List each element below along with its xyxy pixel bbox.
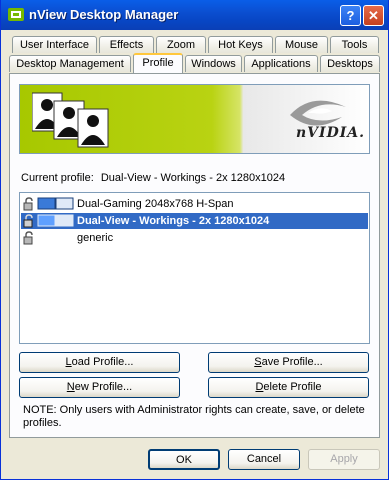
window-title: nView Desktop Manager (29, 7, 179, 22)
tab-row-back: User Interface Effects Zoom Hot Keys Mou… (9, 36, 380, 54)
profile-tab-panel: nVIDIA. Current profile: Dual-View - Wor… (9, 73, 380, 438)
tab-tools[interactable]: Tools (330, 36, 379, 53)
tab-profile[interactable]: Profile (133, 53, 183, 73)
ok-button[interactable]: OK (148, 449, 220, 470)
profile-list[interactable]: Dual-Gaming 2048x768 H-Span Dual-View - … (19, 192, 370, 344)
lock-icon (23, 214, 33, 228)
delete-profile-button[interactable]: Delete Profile (208, 377, 369, 398)
dual-monitor-icon (37, 214, 74, 227)
title-bar[interactable]: nView Desktop Manager ? ✕ (1, 0, 388, 30)
nvidia-app-icon (8, 8, 24, 21)
delete-profile-label: elete Profile (263, 381, 322, 393)
nvidia-eye-logo (290, 100, 346, 126)
nvidia-banner: nVIDIA. (19, 84, 370, 154)
admin-rights-note: NOTE: Only users with Administrator righ… (23, 404, 365, 429)
list-item-selected[interactable]: Dual-View - Workings - 2x 1280x1024 (21, 213, 368, 229)
tab-hot-keys[interactable]: Hot Keys (208, 36, 273, 53)
cancel-button[interactable]: Cancel (228, 449, 300, 470)
help-button[interactable]: ? (340, 5, 361, 26)
list-item[interactable]: generic (21, 230, 368, 246)
lock-icon (23, 231, 33, 245)
load-profile-label: oad Profile... (71, 356, 134, 368)
tab-zoom[interactable]: Zoom (156, 36, 206, 53)
apply-button[interactable]: Apply (308, 449, 380, 470)
new-profile-accel: N (66, 381, 75, 393)
current-profile-line: Current profile: Dual-View - Workings - … (21, 172, 285, 184)
profile-name: Dual-View - Workings - 2x 1280x1024 (77, 215, 270, 227)
current-profile-value: Dual-View - Workings - 2x 1280x1024 (100, 172, 286, 184)
lock-icon (23, 197, 33, 211)
nview-dialog-window: nView Desktop Manager ? ✕ User Interface… (0, 0, 389, 480)
tab-windows[interactable]: Windows (185, 55, 242, 72)
tab-effects[interactable]: Effects (99, 36, 154, 53)
current-profile-label: Current profile: (21, 172, 94, 184)
new-profile-label: ew Profile... (74, 381, 133, 393)
close-button[interactable]: ✕ (363, 5, 384, 26)
save-profile-button[interactable]: Save Profile... (208, 352, 369, 373)
save-profile-label: ave Profile... (261, 356, 323, 368)
tab-applications[interactable]: Applications (244, 55, 318, 72)
dual-monitor-icon (37, 197, 74, 210)
load-profile-button[interactable]: Load Profile... (19, 352, 180, 373)
tab-user-interface[interactable]: User Interface (12, 36, 97, 53)
nvidia-logo-text: nVIDIA. (296, 125, 366, 141)
tab-mouse[interactable]: Mouse (275, 36, 328, 53)
tab-desktops[interactable]: Desktops (320, 55, 380, 72)
new-profile-button[interactable]: New Profile... (19, 377, 180, 398)
list-item[interactable]: Dual-Gaming 2048x768 H-Span (21, 196, 368, 212)
tab-desktop-management[interactable]: Desktop Management (9, 55, 131, 72)
save-profile-accel: S (254, 356, 262, 368)
profile-name: Dual-Gaming 2048x768 H-Span (77, 198, 234, 210)
profile-name: generic (77, 232, 114, 244)
tab-row-front: Desktop Management Profile Windows Appli… (9, 53, 380, 73)
users-icon (32, 92, 109, 148)
